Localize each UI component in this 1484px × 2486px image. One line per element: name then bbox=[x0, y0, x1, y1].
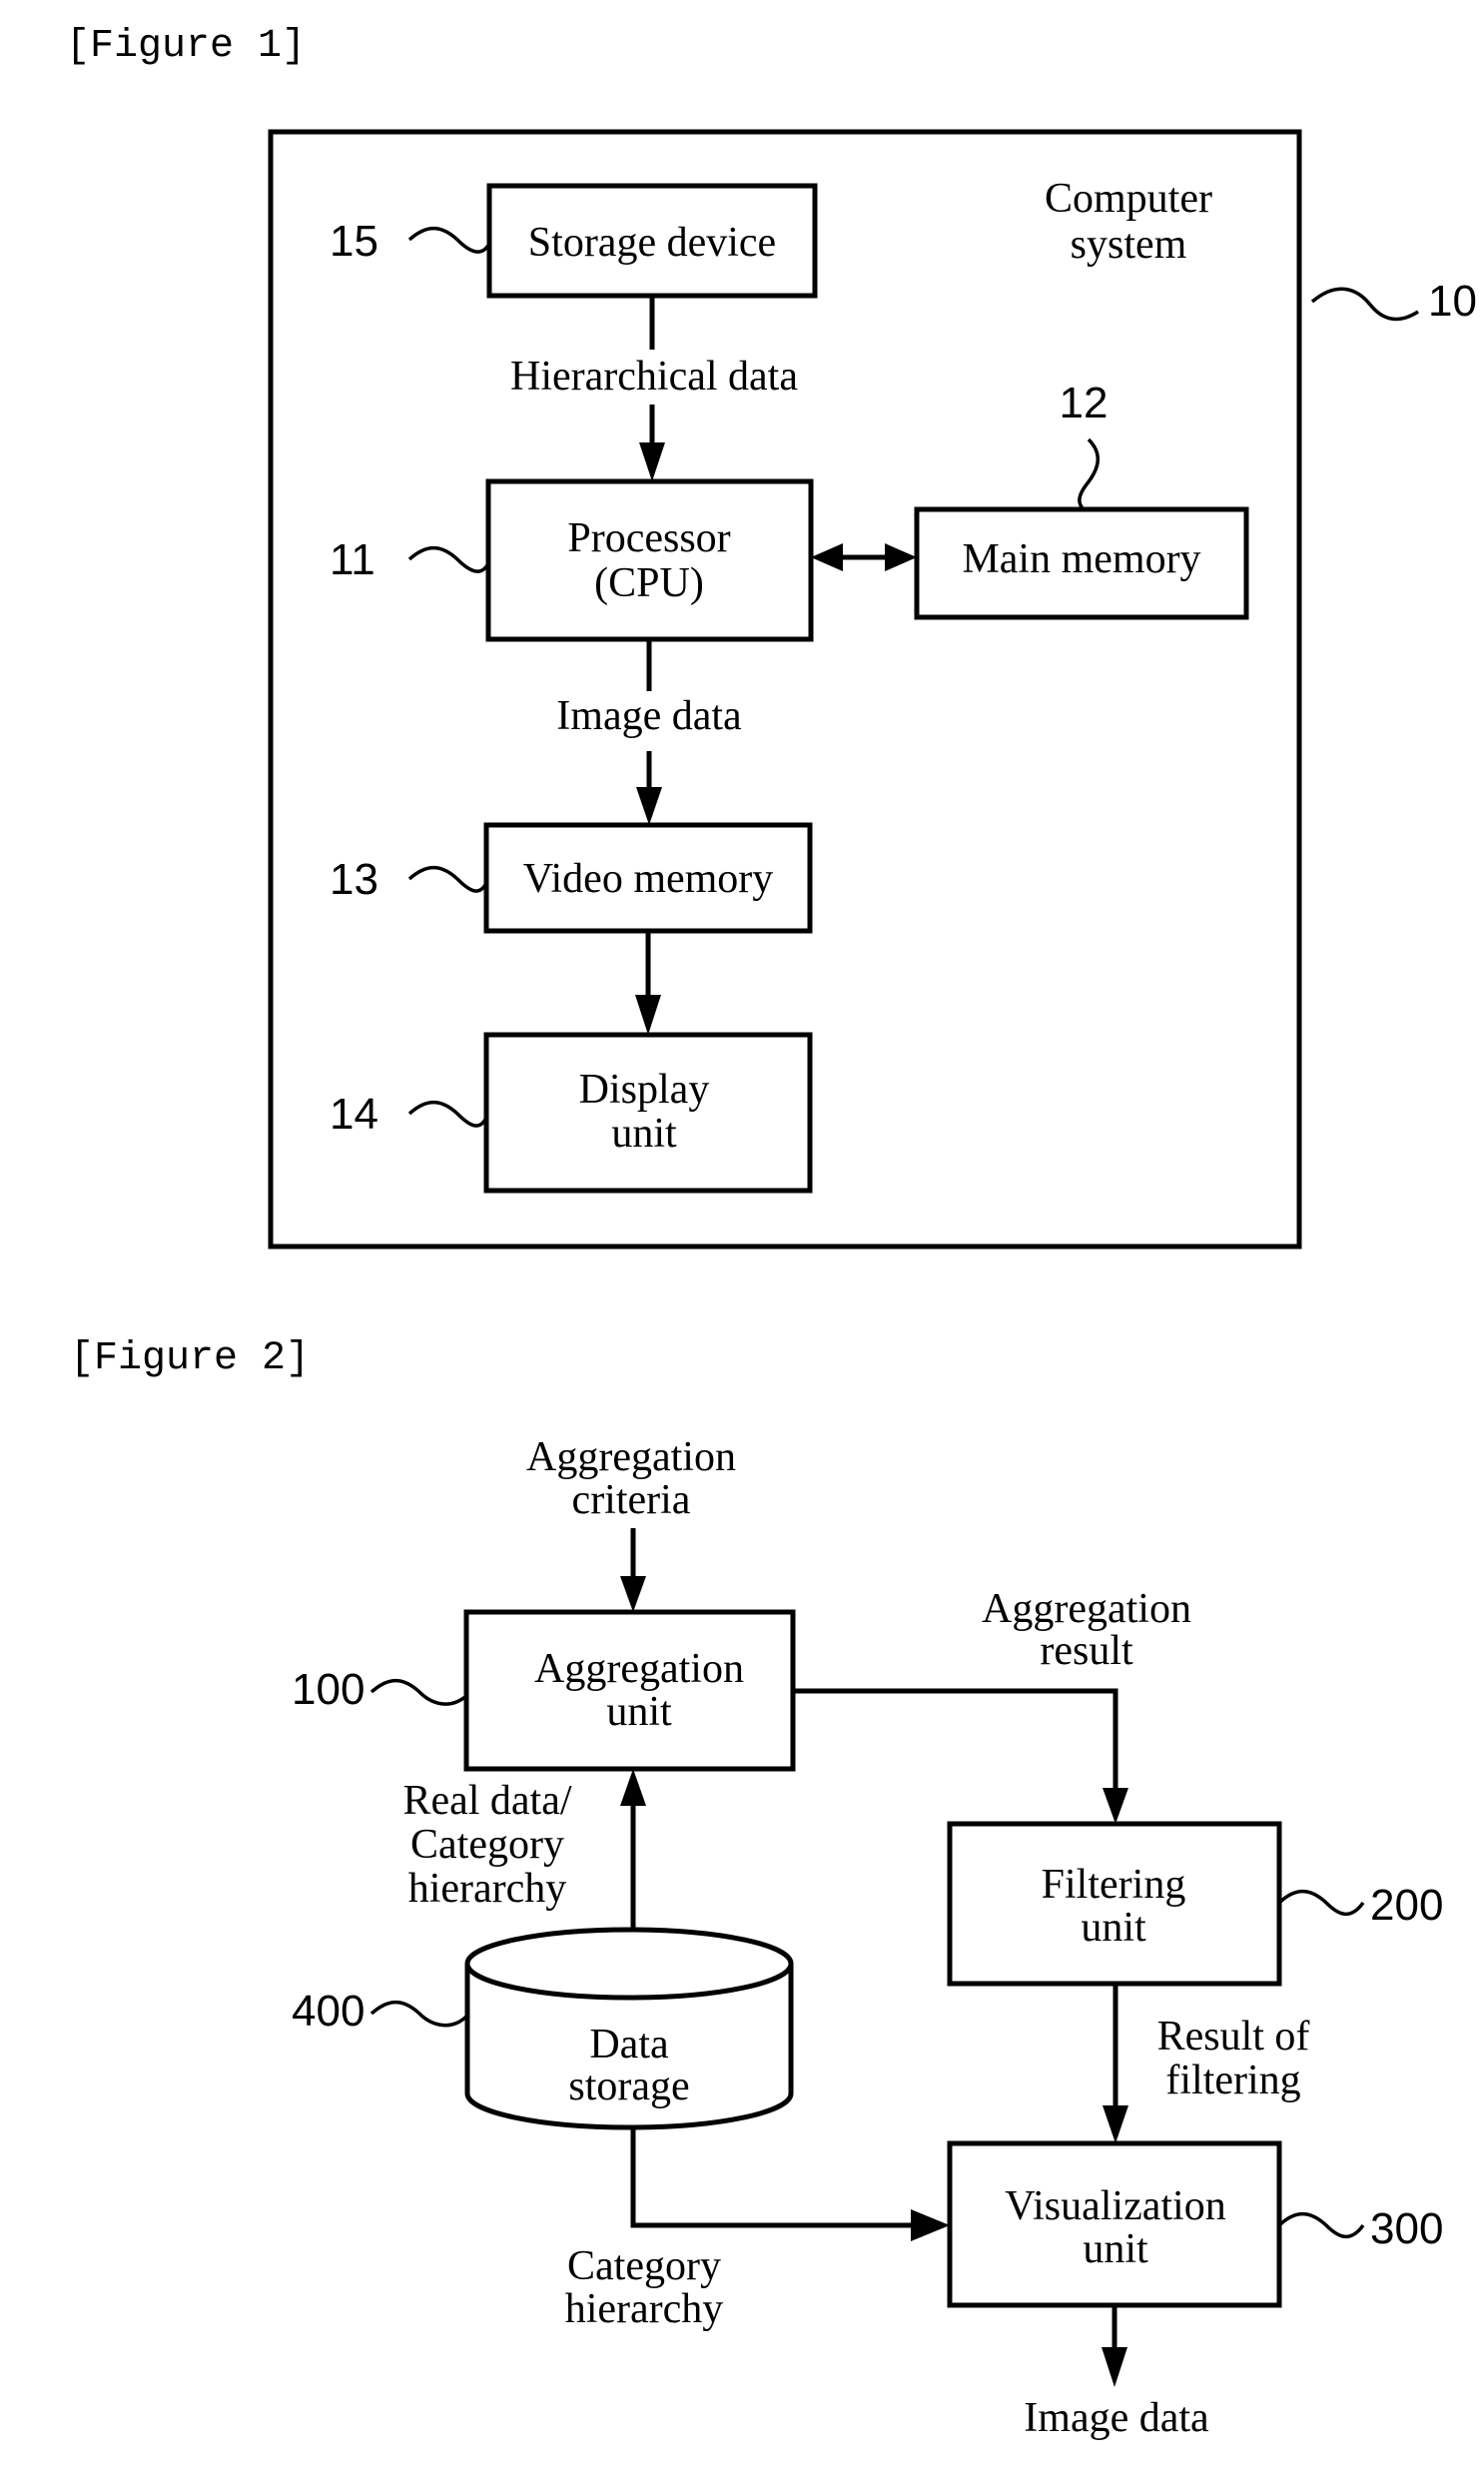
output-image-data-label: Image data bbox=[1024, 2395, 1209, 2441]
filter-result-label-line1: Result of bbox=[1157, 2014, 1310, 2060]
real-data-label-line1: Real data/ bbox=[402, 1778, 571, 1824]
arrow-head-down-icon bbox=[635, 995, 661, 1035]
arrow-head-down-icon bbox=[1103, 1788, 1128, 1824]
aggregation-unit-label-line1: Aggregation bbox=[534, 1646, 744, 1692]
video-memory-label: Video memory bbox=[523, 856, 774, 902]
ref-400: 400 bbox=[292, 1987, 365, 2036]
ref-400-leader bbox=[370, 2001, 469, 2028]
aggregation-unit-label-line2: unit bbox=[606, 1689, 672, 1735]
computer-system-label-line2: system bbox=[1071, 222, 1187, 268]
ref-100-leader bbox=[370, 1679, 468, 1706]
ref-12-leader bbox=[1078, 437, 1100, 511]
ref-200: 200 bbox=[1370, 1881, 1443, 1930]
storage-device-label: Storage device bbox=[528, 220, 776, 266]
visualization-unit-block: Visualization unit bbox=[947, 2140, 1282, 2308]
image-data-label: Image data bbox=[556, 693, 742, 739]
figure-2-title: [Figure 2] bbox=[70, 1336, 310, 1381]
arrow-head-left-icon bbox=[811, 543, 843, 571]
aggregation-result-path bbox=[793, 1688, 1118, 1790]
data-storage-label-line1: Data bbox=[589, 2022, 669, 2068]
ref-13: 13 bbox=[330, 855, 378, 904]
arrow-head-down-icon bbox=[1102, 2347, 1127, 2387]
filtering-unit-block: Filtering unit bbox=[947, 1821, 1282, 1987]
arrow-head-down-icon bbox=[1103, 2105, 1128, 2143]
filtering-unit-label-line1: Filtering bbox=[1042, 1862, 1186, 1908]
real-data-label-line3: hierarchy bbox=[408, 1866, 567, 1912]
ref-14: 14 bbox=[330, 1090, 378, 1139]
display-unit-label-line1: Display bbox=[579, 1067, 710, 1113]
category-hierarchy-path bbox=[630, 2127, 914, 2228]
hierarchical-data-label: Hierarchical data bbox=[510, 354, 798, 400]
arrow-head-down-icon bbox=[639, 442, 665, 481]
aggregation-result-label-line1: Aggregation bbox=[982, 1586, 1191, 1632]
processor-block: Processor (CPU) bbox=[485, 478, 814, 642]
aggregation-criteria-label-line1: Aggregation bbox=[526, 1434, 736, 1480]
ref-10: 10 bbox=[1428, 277, 1477, 326]
visualization-unit-label-line2: unit bbox=[1083, 2226, 1148, 2272]
ref-200-leader bbox=[1277, 1890, 1365, 1916]
main-memory-label: Main memory bbox=[962, 536, 1200, 582]
ref-15: 15 bbox=[330, 217, 378, 266]
main-memory-block: Main memory bbox=[914, 506, 1249, 620]
display-unit-block: Display unit bbox=[483, 1032, 813, 1194]
aggregation-criteria-label-line2: criteria bbox=[572, 1477, 691, 1523]
arrow-head-right-icon bbox=[911, 2209, 950, 2241]
processor-label-line2: (CPU) bbox=[594, 560, 704, 606]
filter-result-label-line2: filtering bbox=[1165, 2058, 1300, 2103]
ref-300: 300 bbox=[1370, 2204, 1443, 2253]
arrow-head-right-icon bbox=[885, 543, 917, 571]
arrow-head-down-icon bbox=[636, 787, 662, 825]
ref-300-leader bbox=[1277, 2212, 1365, 2238]
figure-1-title: [Figure 1] bbox=[66, 24, 306, 69]
data-storage-label-line2: storage bbox=[568, 2064, 689, 2109]
category-hierarchy-label-line2: hierarchy bbox=[565, 2286, 724, 2332]
patent-figures: [Figure 1] Computer system 10 Storage de… bbox=[66, 24, 1477, 2441]
ref-13-leader bbox=[407, 866, 488, 893]
computer-system-label-line1: Computer bbox=[1045, 176, 1212, 222]
arrow-head-up-icon bbox=[620, 1769, 646, 1806]
storage-device-block: Storage device bbox=[486, 183, 818, 299]
aggregation-result-label-line2: result bbox=[1040, 1628, 1133, 1674]
filtering-unit-label-line2: unit bbox=[1081, 1905, 1146, 1951]
ref-11: 11 bbox=[330, 535, 375, 584]
ref-100: 100 bbox=[292, 1665, 365, 1714]
display-unit-label-line2: unit bbox=[611, 1111, 677, 1157]
visualization-unit-label-line1: Visualization bbox=[1005, 2183, 1225, 2229]
data-storage-cylinder-top bbox=[464, 1927, 794, 2001]
real-data-label-line2: Category bbox=[410, 1822, 564, 1868]
aggregation-unit-block: Aggregation unit bbox=[463, 1609, 796, 1772]
data-storage-block: Data storage bbox=[464, 1927, 794, 2130]
ref-10-leader bbox=[1310, 287, 1419, 322]
ref-12: 12 bbox=[1060, 379, 1109, 427]
ref-11-leader bbox=[407, 546, 490, 573]
video-memory-block: Video memory bbox=[483, 822, 813, 934]
ref-14-leader bbox=[407, 1101, 488, 1128]
arrow-head-down-icon bbox=[620, 1576, 646, 1612]
processor-label-line1: Processor bbox=[567, 515, 730, 561]
category-hierarchy-label-line1: Category bbox=[567, 2243, 721, 2289]
ref-15-leader bbox=[407, 227, 491, 254]
